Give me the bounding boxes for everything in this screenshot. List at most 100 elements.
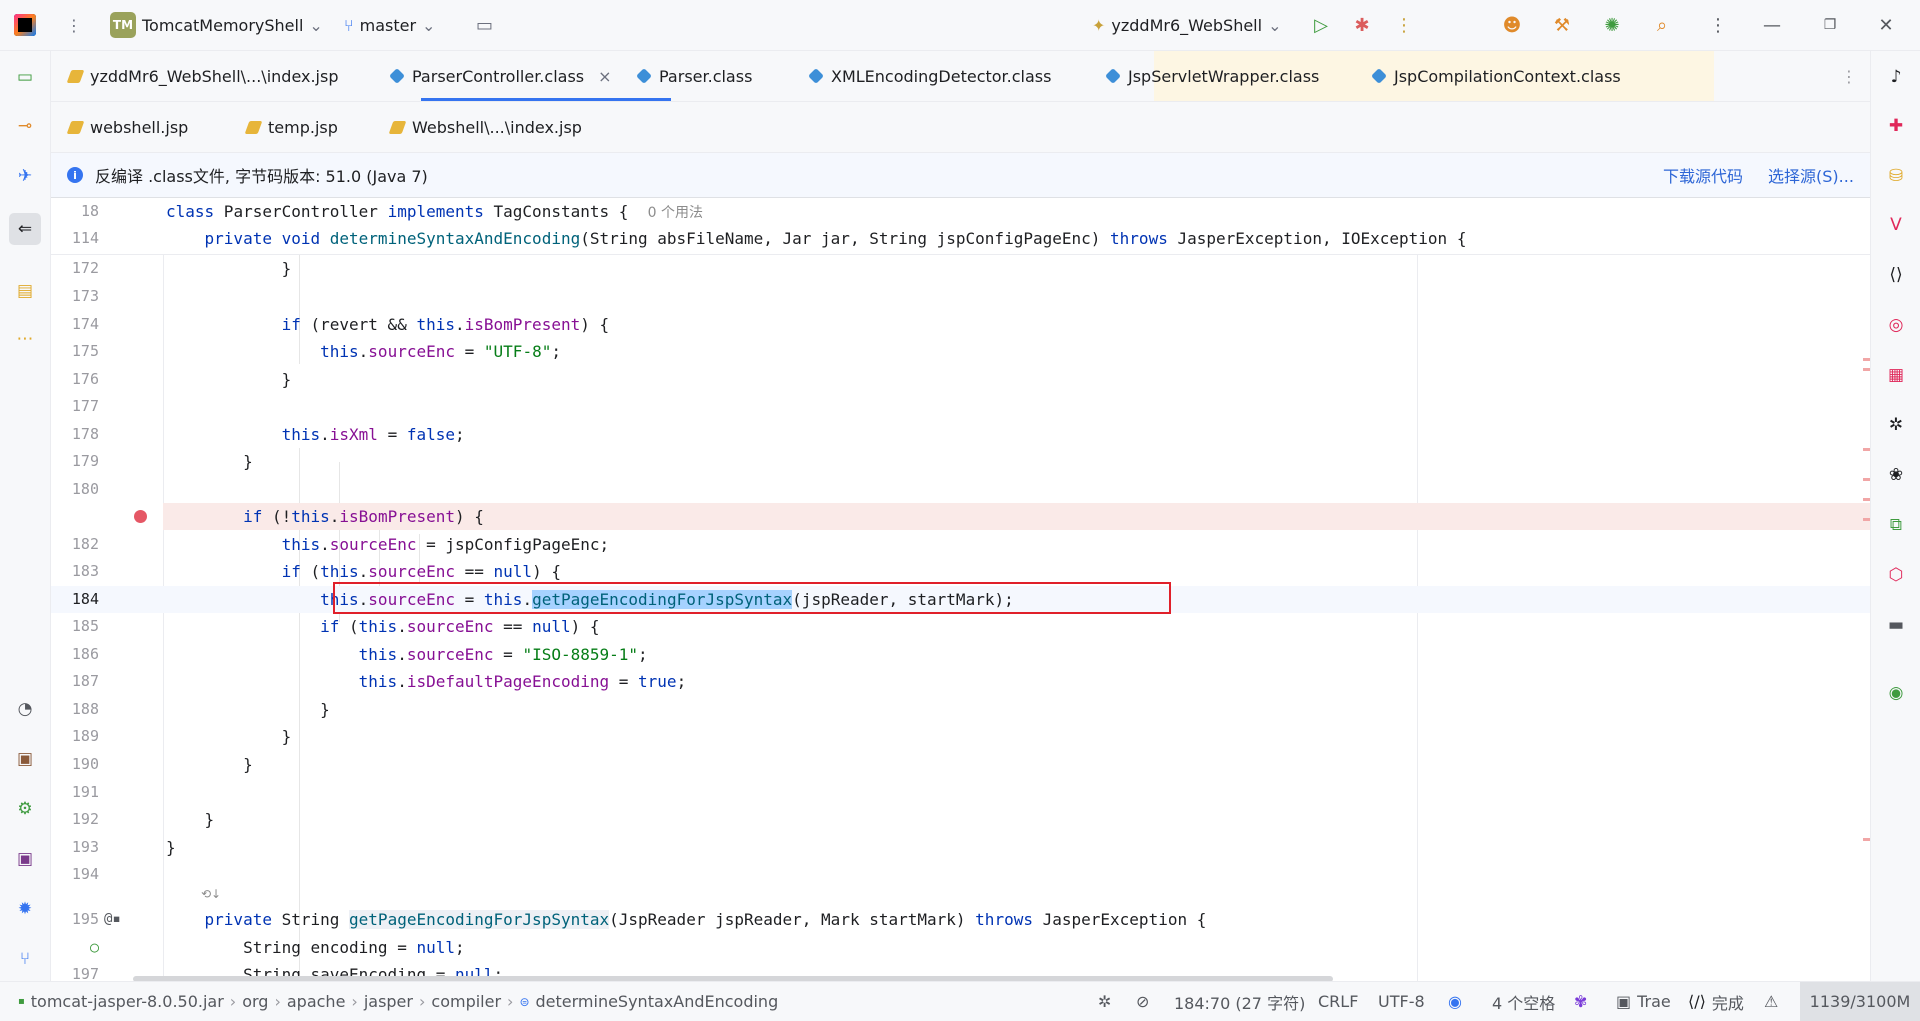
- sql-icon[interactable]: ▦: [1884, 363, 1908, 387]
- done-status[interactable]: ⟨/⟩ 完成: [1688, 982, 1744, 1021]
- main-menu-button[interactable]: ⋮: [66, 0, 82, 50]
- code-line: ○ String encoding = null;: [89, 938, 465, 957]
- memory-indicator[interactable]: 1139/3100M: [1800, 982, 1920, 1021]
- code-line: 185 if (this.sourceEnc == null) {: [71, 617, 600, 636]
- git-branch-icon: ⑂: [344, 15, 354, 35]
- tab-temp-jsp[interactable]: temp.jsp: [244, 102, 338, 152]
- breadcrumb-item[interactable]: compiler: [431, 992, 501, 1011]
- terminal-icon[interactable]: ▣: [13, 847, 37, 871]
- code-line: 176 }: [71, 370, 292, 389]
- version-control-icon[interactable]: ⑂: [13, 947, 37, 971]
- structure-icon[interactable]: ✈: [13, 164, 37, 188]
- collaboration-icon[interactable]: ☻: [1500, 13, 1524, 37]
- commit-icon[interactable]: ⊸: [13, 114, 37, 138]
- project-switcher[interactable]: TM TomcatMemoryShell ⌄: [110, 0, 323, 50]
- gear-icon[interactable]: ⚙: [13, 797, 37, 821]
- breadcrumb-item[interactable]: tomcat-jasper-8.0.50.jar: [31, 992, 224, 1011]
- tab-index-jsp[interactable]: yzddMr6_WebShell\...\index.jsp: [66, 51, 339, 101]
- status-bar: ▪ tomcat-jasper-8.0.50.jar › org › apach…: [0, 981, 1920, 1021]
- breadcrumb-item[interactable]: apache: [287, 992, 346, 1011]
- breadcrumb-item[interactable]: jasper: [364, 992, 413, 1011]
- database-icon[interactable]: ⛁: [1884, 164, 1908, 188]
- no-inspection-icon[interactable]: ⊘: [1136, 982, 1149, 1021]
- cube-icon[interactable]: ⬡: [1884, 563, 1908, 587]
- copilot-icon[interactable]: ✲: [1884, 413, 1908, 437]
- project-view-icon[interactable]: ▭: [13, 65, 37, 89]
- more-tools-icon[interactable]: ⋯: [13, 327, 37, 351]
- usages-hint[interactable]: 0 个用法: [648, 205, 703, 221]
- tab-jspcompilationcontext-class[interactable]: JspCompilationContext.class: [1371, 51, 1621, 101]
- code-line: 179 }: [71, 452, 253, 471]
- git-log-icon[interactable]: ⇐: [9, 213, 41, 245]
- plugin-icon[interactable]: ✚: [1884, 114, 1908, 138]
- assistant-avatar-icon[interactable]: ◉: [1884, 681, 1908, 705]
- tab-parser-class[interactable]: Parser.class: [636, 51, 752, 101]
- panel-icon[interactable]: ▬: [1884, 613, 1908, 637]
- tab-webshell-index-jsp[interactable]: Webshell\...\index.jsp: [388, 102, 582, 152]
- code-with-me-icon[interactable]: ⟨⟩: [1884, 263, 1908, 287]
- book-icon[interactable]: ⧉: [1884, 513, 1908, 537]
- sticky-lines-header[interactable]: 18 class ParserController implements TagC…: [51, 198, 1870, 255]
- vue-icon[interactable]: V: [1884, 213, 1908, 237]
- breakpoint-line: if (!this.isBomPresent) {: [163, 503, 1870, 530]
- ai-assistant-icon[interactable]: ✺: [1600, 13, 1624, 37]
- download-sources-link[interactable]: 下载源代码: [1663, 153, 1743, 197]
- annotation-highlight-box: [333, 582, 1171, 614]
- breakpoint-icon[interactable]: [134, 510, 147, 523]
- lock-icon[interactable]: ⚠: [1764, 982, 1778, 1021]
- trae-status[interactable]: ▣ Trae: [1616, 982, 1671, 1021]
- more-actions-icon[interactable]: ⋮: [1392, 13, 1416, 37]
- code-line: 172 }: [71, 259, 292, 278]
- choose-sources-link[interactable]: 选择源(S)...: [1768, 153, 1854, 197]
- breadcrumb-item[interactable]: org: [242, 992, 268, 1011]
- tab-label: Webshell\...\index.jsp: [412, 117, 582, 137]
- code-line: 174 if (revert && this.isBomPresent) {: [71, 315, 610, 334]
- copilot-status-icon[interactable]: ✲: [1098, 982, 1111, 1021]
- tab-parsercontroller-class[interactable]: ParserController.class ×: [389, 51, 612, 101]
- tab-xmlencodingdetector-class[interactable]: XMLEncodingDetector.class: [808, 51, 1051, 101]
- code-line: 188 }: [71, 700, 330, 719]
- eye-icon[interactable]: ◉: [1448, 982, 1462, 1021]
- line-separator[interactable]: CRLF: [1318, 982, 1358, 1021]
- tab-label: JspServletWrapper.class: [1128, 66, 1320, 86]
- build-tools-icon[interactable]: ⚒: [1550, 13, 1574, 37]
- run-icon[interactable]: ▷: [1309, 13, 1333, 37]
- inlay-hint[interactable]: ⟲↓: [51, 884, 1870, 904]
- breadcrumb-item[interactable]: determineSyntaxAndEncoding: [536, 992, 779, 1011]
- vertical-dots-icon: ⋮: [66, 15, 82, 35]
- trae-icon: ▣: [1616, 992, 1632, 1011]
- branch-switcher[interactable]: ⑂ master ⌄: [344, 0, 435, 50]
- folder-button[interactable]: ▭: [476, 0, 493, 50]
- problems-icon[interactable]: ✹: [13, 897, 37, 921]
- indent-setting[interactable]: 4 个空格: [1492, 982, 1555, 1021]
- caret-position[interactable]: 184:70 (27 字符): [1174, 982, 1305, 1021]
- ai-plugin-icon[interactable]: ✾: [1574, 982, 1587, 1021]
- profiler-icon[interactable]: ◔: [13, 697, 37, 721]
- debug-icon[interactable]: ✱: [1350, 13, 1374, 37]
- override-icon[interactable]: @▪: [104, 906, 121, 933]
- minimize-icon[interactable]: —: [1760, 13, 1784, 37]
- code-line: 177: [71, 397, 99, 415]
- project-badge: TM: [110, 12, 136, 38]
- class-file-icon: [1371, 68, 1387, 84]
- close-icon[interactable]: ×: [598, 67, 611, 86]
- info-icon: i: [67, 167, 83, 183]
- tabs-more-icon[interactable]: ⋮: [1841, 51, 1857, 101]
- services-icon[interactable]: ▣: [13, 747, 37, 771]
- tab-webshell-jsp[interactable]: webshell.jsp: [66, 102, 188, 152]
- cat-icon: ✦: [1092, 15, 1106, 35]
- app-logo-icon[interactable]: [14, 0, 36, 50]
- file-encoding[interactable]: UTF-8: [1378, 982, 1425, 1021]
- search-icon[interactable]: ⌕: [1650, 13, 1674, 37]
- openai-icon[interactable]: ❀: [1884, 463, 1908, 487]
- database-icon[interactable]: ▤: [13, 279, 37, 303]
- jsp-file-icon: [388, 120, 407, 134]
- tab-jspservletwrapper-class[interactable]: JspServletWrapper.class: [1105, 51, 1320, 101]
- notifications-icon[interactable]: ♪: [1884, 65, 1908, 89]
- settings-icon[interactable]: ⋮: [1706, 13, 1730, 37]
- jsp-file-icon: [66, 120, 85, 134]
- close-window-icon[interactable]: ✕: [1874, 13, 1898, 37]
- target-icon[interactable]: ◎: [1884, 313, 1908, 337]
- run-config-selector[interactable]: ✦ yzddMr6_WebShell ⌄: [1092, 0, 1281, 50]
- restore-icon[interactable]: ❐: [1818, 13, 1842, 37]
